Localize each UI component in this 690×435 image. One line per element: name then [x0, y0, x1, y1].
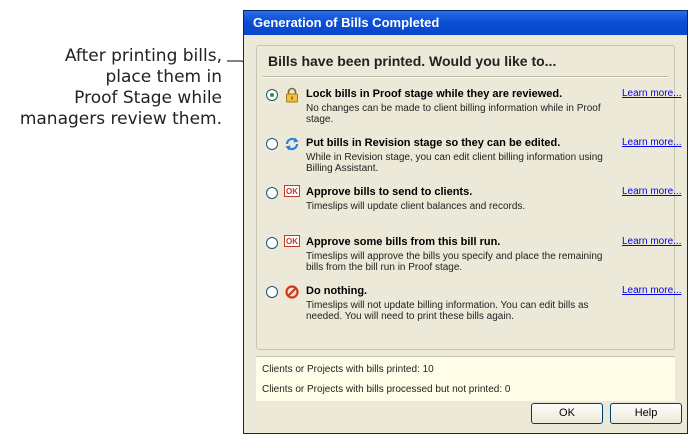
option-desc: While in Revision stage, you can edit cl… — [306, 152, 603, 174]
radio-approve-some[interactable] — [266, 237, 278, 249]
lock-icon — [286, 87, 298, 103]
ok-button[interactable]: OK — [531, 403, 603, 424]
learn-more-link[interactable]: Learn more... — [622, 137, 681, 148]
options-heading: Bills have been printed. Would you like … — [268, 53, 557, 69]
radio-revision[interactable] — [266, 138, 278, 150]
radio-approve[interactable] — [266, 187, 278, 199]
bills-not-printed-count: Clients or Projects with bills processed… — [262, 384, 511, 395]
option-title: Do nothing. — [306, 285, 368, 297]
ok-badge-icon: OK — [284, 235, 300, 247]
dialog-title: Generation of Bills Completed — [244, 11, 687, 35]
option-desc: Timeslips will approve the bills you spe… — [306, 251, 603, 273]
option-desc: Timeslips will update client balances an… — [306, 201, 526, 212]
option-title: Put bills in Revision stage so they can … — [306, 137, 561, 149]
learn-more-link[interactable]: Learn more... — [622, 88, 681, 99]
refresh-icon — [285, 137, 299, 151]
option-title: Lock bills in Proof stage while they are… — [306, 88, 563, 100]
ok-badge-icon: OK — [284, 185, 300, 197]
radio-do-nothing[interactable] — [266, 286, 278, 298]
learn-more-link[interactable]: Learn more... — [622, 285, 681, 296]
bills-printed-count: Clients or Projects with bills printed: … — [262, 364, 434, 375]
option-desc: No changes can be made to client billing… — [306, 103, 601, 125]
radio-lock-proof[interactable] — [266, 89, 278, 101]
no-entry-icon — [285, 285, 299, 299]
option-title: Approve some bills from this bill run. — [306, 236, 501, 248]
summary-box: Clients or Projects with bills printed: … — [256, 356, 675, 401]
heading-divider — [263, 76, 668, 78]
help-button[interactable]: Help — [610, 403, 682, 424]
option-desc: Timeslips will not update billing inform… — [306, 300, 589, 322]
learn-more-link[interactable]: Learn more... — [622, 236, 681, 247]
learn-more-link[interactable]: Learn more... — [622, 186, 681, 197]
dialog-window: Generation of Bills Completed Bills have… — [243, 10, 688, 434]
options-panel: Bills have been printed. Would you like … — [256, 45, 681, 350]
option-title: Approve bills to send to clients. — [306, 186, 473, 198]
